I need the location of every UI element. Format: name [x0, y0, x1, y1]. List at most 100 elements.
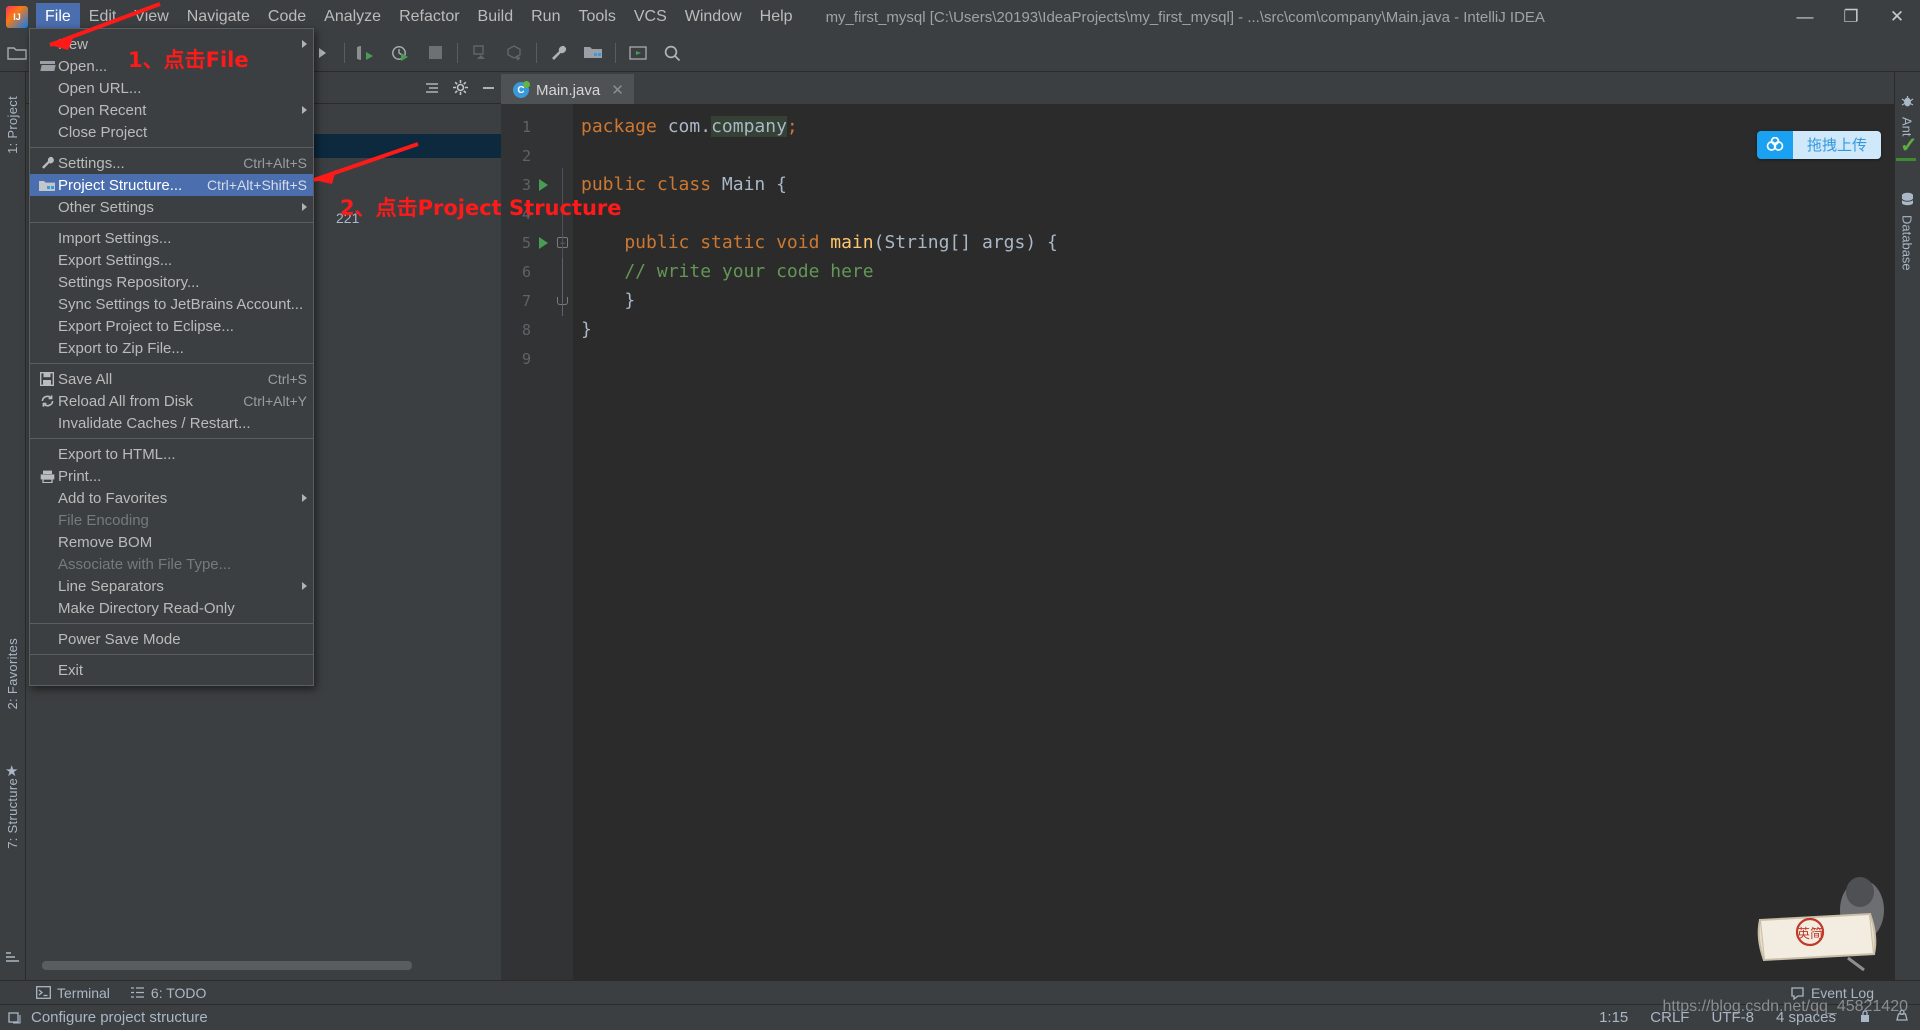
file-menu-item-reload-all-from-disk[interactable]: Reload All from Disk Ctrl+Alt+Y	[30, 390, 313, 412]
gutter-row[interactable]: 9	[501, 344, 573, 373]
search-everywhere-icon[interactable]	[657, 38, 687, 68]
run-gutter-icon[interactable]	[539, 178, 548, 191]
menu-item-vcs[interactable]: VCS	[625, 3, 676, 31]
favorites-star-icon: ★	[5, 763, 19, 780]
code-editor[interactable]: 12345−6789 package com.company;public cl…	[501, 104, 1894, 980]
gutter-row[interactable]: 8	[501, 315, 573, 344]
left-tool-window-stripe: 1: Project 2: Favorites 7: Structure ★	[0, 72, 26, 980]
file-menu-item-print[interactable]: Print...	[30, 465, 313, 487]
file-menu-item-make-directory-read-only[interactable]: Make Directory Read-Only	[30, 597, 313, 619]
project-structure-toolbar-icon[interactable]	[578, 38, 608, 68]
refresh-icon	[36, 394, 58, 408]
right-stripe-tab-ant[interactable]: Ant	[1894, 94, 1920, 137]
maximize-button[interactable]: ❐	[1828, 0, 1874, 34]
run-gutter-icon[interactable]	[539, 236, 548, 249]
gutter-row[interactable]: 1	[501, 112, 573, 141]
editor-tab-strip: C Main.java ✕	[501, 72, 1894, 104]
project-panel-horizontal-scrollbar[interactable]	[42, 961, 412, 970]
file-menu-item-add-to-favorites[interactable]: Add to Favorites	[30, 487, 313, 509]
svg-text:英简: 英简	[1797, 926, 1823, 942]
editor-tab-main-java[interactable]: C Main.java ✕	[501, 74, 634, 104]
file-menu-item-sync-settings-to-jetbrains-account[interactable]: Sync Settings to JetBrains Account...	[30, 293, 313, 315]
file-menu-item-label: Sync Settings to JetBrains Account...	[58, 295, 304, 313]
file-menu-item-export-to-html[interactable]: Export to HTML...	[30, 443, 313, 465]
menu-item-edit[interactable]: Edit	[80, 3, 126, 31]
file-menu-item-label: Invalidate Caches / Restart...	[58, 414, 251, 432]
gutter-row[interactable]: 2	[501, 141, 573, 170]
toolbar-divider	[457, 42, 458, 63]
java-class-icon: C	[513, 81, 530, 98]
close-button[interactable]: ✕	[1874, 0, 1920, 34]
debug-icon[interactable]	[386, 38, 416, 68]
annotation-label-1: 1、点击File	[128, 48, 249, 72]
editor-gutter[interactable]: 12345−6789	[501, 104, 573, 980]
file-menu-popup[interactable]: New Open... Open URL... Open Recent Close Pr…	[29, 28, 314, 686]
menu-item-window[interactable]: Window	[676, 3, 751, 31]
gear-icon[interactable]	[447, 75, 473, 101]
menu-separator	[30, 222, 313, 223]
menu-item-build[interactable]: Build	[469, 3, 523, 31]
file-menu-item-settings-repository[interactable]: Settings Repository...	[30, 271, 313, 293]
drag-upload-badge[interactable]: 拖拽上传	[1757, 131, 1882, 159]
chevron-right-icon	[302, 106, 307, 114]
menu-item-tools[interactable]: Tools	[569, 3, 624, 31]
line-number: 6	[521, 262, 531, 281]
left-stripe-tab-project[interactable]: 1: Project	[0, 90, 26, 160]
file-menu-item-label: Export Project to Eclipse...	[58, 317, 234, 335]
stop-icon	[420, 38, 450, 68]
file-menu-item-shortcut: Ctrl+S	[267, 371, 307, 387]
cloud-upload-icon	[1757, 131, 1793, 159]
file-menu-item-open-recent[interactable]: Open Recent	[30, 99, 313, 121]
menu-item-code[interactable]: Code	[259, 3, 315, 31]
commit-icon	[499, 38, 529, 68]
file-menu-item-open-url[interactable]: Open URL...	[30, 77, 313, 99]
file-menu-item-line-separators[interactable]: Line Separators	[30, 575, 313, 597]
file-menu-item-export-project-to-eclipse[interactable]: Export Project to Eclipse...	[30, 315, 313, 337]
file-menu-item-shortcut: Ctrl+Alt+S	[243, 155, 307, 171]
menu-item-help[interactable]: Help	[751, 3, 802, 31]
file-menu-item-invalidate-caches-restart[interactable]: Invalidate Caches / Restart...	[30, 412, 313, 434]
menu-item-file[interactable]: File	[36, 3, 80, 31]
todo-icon	[130, 987, 144, 998]
file-menu-item-exit[interactable]: Exit	[30, 659, 313, 681]
file-menu-item-save-all[interactable]: Save All Ctrl+S	[30, 368, 313, 390]
fold-connector-line	[562, 258, 563, 316]
code-line: public static void main(String[] args) {	[573, 228, 1894, 257]
caret-position[interactable]: 1:15	[1599, 1009, 1628, 1026]
menu-item-view[interactable]: View	[125, 3, 177, 31]
run-icon[interactable]	[352, 38, 382, 68]
collapse-all-icon[interactable]	[419, 75, 445, 101]
file-menu-item-close-project[interactable]: Close Project	[30, 121, 313, 143]
code-token: company	[711, 116, 787, 137]
line-number: 3	[521, 175, 531, 194]
file-menu-item-power-save-mode[interactable]: Power Save Mode	[30, 628, 313, 650]
left-stripe-tab-structure[interactable]: 7: Structure	[0, 772, 26, 855]
select-in-project-icon[interactable]	[623, 38, 653, 68]
menu-item-run[interactable]: Run	[522, 3, 569, 31]
line-number: 9	[521, 349, 531, 368]
code-line: package com.company;	[573, 112, 1894, 141]
menu-item-refactor[interactable]: Refactor	[390, 3, 468, 31]
bottom-item-todo[interactable]: 6: TODO	[120, 985, 217, 1001]
file-menu-item-other-settings[interactable]: Other Settings	[30, 196, 313, 218]
bottom-item-terminal[interactable]: Terminal	[26, 985, 120, 1001]
hide-panel-icon[interactable]	[475, 75, 501, 101]
file-menu-item-export-to-zip-file[interactable]: Export to Zip File...	[30, 337, 313, 359]
menu-item-analyze[interactable]: Analyze	[315, 3, 390, 31]
close-icon[interactable]: ✕	[611, 81, 624, 99]
code-text-area[interactable]: package com.company; public class Main { …	[573, 104, 1894, 980]
menu-separator	[30, 147, 313, 148]
left-stripe-tab-favorites[interactable]: 2: Favorites	[0, 632, 26, 716]
file-menu-item-import-settings[interactable]: Import Settings...	[30, 227, 313, 249]
file-menu-item-remove-bom[interactable]: Remove BOM	[30, 531, 313, 553]
right-stripe-tab-database[interactable]: Database	[1894, 192, 1920, 271]
open-folder-icon[interactable]	[2, 38, 32, 68]
file-menu-item-export-settings[interactable]: Export Settings...	[30, 249, 313, 271]
wrench-settings-icon[interactable]	[544, 38, 574, 68]
file-menu-item-project-structure[interactable]: Project Structure... Ctrl+Alt+Shift+S	[30, 174, 313, 196]
minimize-button[interactable]: —	[1782, 0, 1828, 34]
menu-item-navigate[interactable]: Navigate	[178, 3, 259, 31]
code-token: package	[581, 116, 668, 137]
file-menu-item-settings[interactable]: Settings... Ctrl+Alt+S	[30, 152, 313, 174]
